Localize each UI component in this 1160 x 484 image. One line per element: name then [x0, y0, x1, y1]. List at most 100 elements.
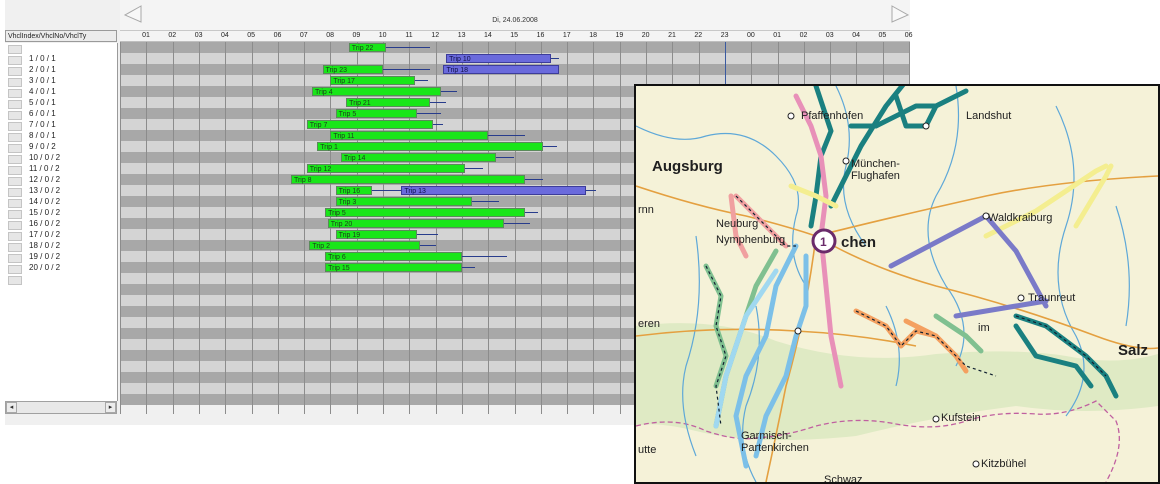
trip-slack-line [372, 190, 402, 191]
row-selector-button[interactable] [8, 243, 22, 252]
hour-tick: 15 [510, 32, 519, 39]
trip-bar[interactable]: Trip 2 [309, 241, 420, 250]
trip-bar[interactable]: Trip 17 [330, 76, 415, 85]
row-selector-button[interactable] [8, 188, 22, 197]
hour-tick: 09 [352, 32, 361, 39]
hour-tick: 05 [878, 32, 887, 39]
trip-bar[interactable]: Trip 19 [335, 230, 418, 239]
trip-bar[interactable]: Trip 7 [306, 120, 433, 129]
trip-bar[interactable]: Trip 5 [335, 109, 418, 118]
trip-bar[interactable]: Trip 11 [330, 131, 489, 140]
trip-bar[interactable]: Trip 14 [340, 153, 497, 162]
map-label-kufstein: Kufstein [941, 412, 981, 424]
trip-slack-line [419, 245, 436, 246]
hour-tick: 02 [168, 32, 177, 39]
route-map[interactable]: 1 Landshut Pfaffenhofen Augsburg München… [634, 84, 1160, 484]
route-map-canvas: 1 [636, 86, 1158, 482]
trip-bar[interactable]: Trip 4 [311, 87, 441, 96]
row-selector-button[interactable] [8, 122, 22, 131]
row-selector-button[interactable] [8, 67, 22, 76]
trip-bar[interactable]: Trip 5 [325, 208, 525, 217]
row-selector-button[interactable] [8, 221, 22, 230]
hour-gridline [225, 42, 227, 414]
hour-tick: 22 [694, 32, 703, 39]
hour-tick: 21 [668, 32, 676, 39]
timeline-date: Di, 24.06.2008 [492, 17, 538, 24]
vehicle-row-label: 7 / 0 / 1 [29, 120, 56, 129]
hour-tick: 06 [273, 32, 282, 39]
hour-tick: 00 [746, 32, 755, 39]
hour-gridline [540, 42, 542, 414]
vehicle-row-label: 19 / 0 / 2 [29, 252, 61, 261]
timeline-header: Di, 24.06.2008 [120, 0, 910, 31]
hour-gridline [488, 42, 490, 414]
row-selector-button[interactable] [8, 276, 22, 285]
trip-bar[interactable]: Trip 23 [322, 65, 383, 74]
trip-bar[interactable]: Trip 10 [446, 54, 552, 63]
map-label-garmisch: Garmisch-Partenkirchen [741, 430, 809, 454]
row-selector-button[interactable] [8, 89, 22, 98]
row-selector-button[interactable] [8, 199, 22, 208]
row-selector-button[interactable] [8, 111, 22, 120]
map-label-schwaz: Schwaz [824, 474, 863, 484]
trip-bar[interactable]: Trip 22 [348, 43, 386, 52]
hour-tick: 14 [483, 32, 492, 39]
hour-tick: 23 [720, 32, 729, 39]
trip-slack-line [496, 157, 515, 158]
map-label-im: im [978, 322, 990, 334]
row-selector-button[interactable] [8, 144, 22, 153]
row-selector-button[interactable] [8, 155, 22, 164]
vehicle-row-label: 10 / 0 / 2 [29, 153, 61, 162]
row-selector-button[interactable] [8, 254, 22, 263]
trip-slack-line [385, 47, 431, 48]
hour-tick: 07 [299, 32, 308, 39]
trip-bar[interactable]: Trip 12 [306, 164, 465, 173]
trip-bar[interactable]: Trip 13 [401, 186, 586, 195]
map-label-nymphenburg: Nymphenburg [716, 234, 786, 246]
vehicle-row-label: 6 / 0 / 1 [29, 109, 56, 118]
trip-bar[interactable]: Trip 21 [346, 98, 431, 107]
row-selector-button[interactable] [8, 232, 22, 241]
row-selector-button[interactable] [8, 45, 22, 54]
trip-bar[interactable]: Trip 3 [335, 197, 473, 206]
trip-bar[interactable]: Trip 20 [327, 219, 504, 228]
trip-slack-line [503, 223, 531, 224]
trip-bar[interactable]: Trip 6 [325, 252, 462, 261]
trip-slack-line [525, 212, 539, 213]
vehicle-row-label: 12 / 0 / 2 [29, 175, 61, 184]
map-label-traunreut: Traunreut [1028, 292, 1076, 304]
trip-bar[interactable]: Trip 15 [325, 263, 462, 272]
scroll-right-button[interactable]: ▸ [105, 402, 116, 413]
trip-bar[interactable]: Trip 16 [335, 186, 373, 195]
trip-bar[interactable]: Trip 18 [443, 65, 560, 74]
row-selector-button[interactable] [8, 210, 22, 219]
trip-bar[interactable]: Trip 1 [317, 142, 544, 151]
hour-gridline [567, 42, 569, 414]
vehicle-column-header[interactable]: VhclIndex/VhclNo/VhclTy [5, 30, 117, 42]
row-selector-button[interactable] [8, 177, 22, 186]
scroll-left-button[interactable]: ◂ [6, 402, 17, 413]
row-selector-button[interactable] [8, 56, 22, 65]
trip-slack-line [585, 190, 597, 191]
hour-tick: 04 [220, 32, 229, 39]
trip-slack-line [430, 102, 447, 103]
row-selector-button[interactable] [8, 265, 22, 274]
trip-bar[interactable]: Trip 8 [290, 175, 525, 184]
vehicle-row-label: 9 / 0 / 2 [29, 142, 56, 151]
hour-gridline [304, 42, 306, 414]
hour-gridline [514, 42, 516, 414]
vehicle-row-label: 14 / 0 / 2 [29, 197, 61, 206]
hour-gridline [435, 42, 437, 414]
row-selector-button[interactable] [8, 166, 22, 175]
map-label-neuburg: Neuburg [716, 218, 759, 230]
row-selector-button[interactable] [8, 78, 22, 87]
hour-gridline [277, 42, 279, 414]
row-selector-button[interactable] [8, 100, 22, 109]
row-selector-button[interactable] [8, 133, 22, 142]
hour-gridline [172, 42, 174, 414]
hour-tick: 05 [247, 32, 256, 39]
vehicle-row-label: 13 / 0 / 2 [29, 186, 61, 195]
hour-tick: 18 [589, 32, 597, 39]
horizontal-scrollbar[interactable]: ◂ ▸ [5, 401, 117, 414]
vehicle-row-label: 16 / 0 / 2 [29, 219, 61, 228]
